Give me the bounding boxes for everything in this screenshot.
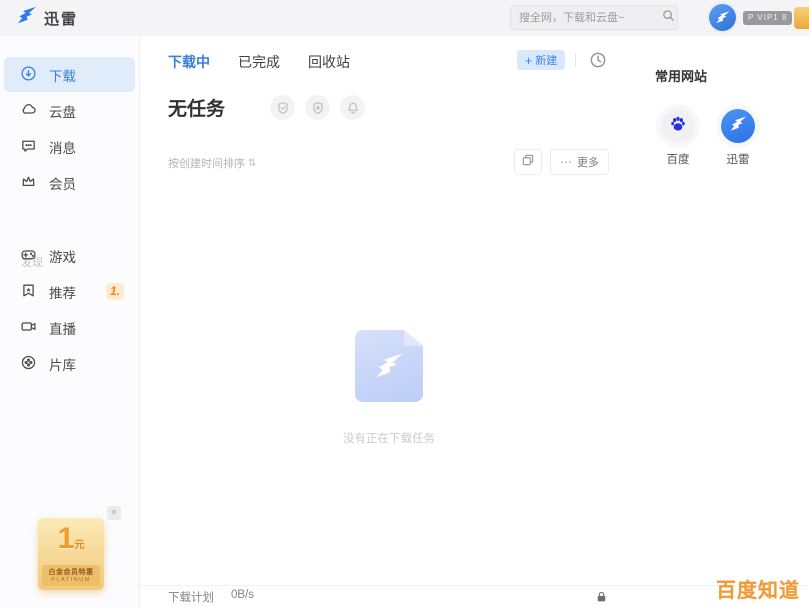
sidebar-item-label: 直播 (49, 318, 76, 338)
new-task-button[interactable]: + 新建 (517, 50, 565, 70)
tab-completed[interactable]: 已完成 (238, 52, 280, 72)
sidebar-item-member[interactable]: 会员 (4, 165, 135, 200)
sidebar-item-label: 推荐 (49, 282, 76, 302)
site-shortcut-baidu[interactable] (661, 109, 695, 143)
tab-recycle-bin[interactable]: 回收站 (308, 52, 350, 72)
more-dots-icon: ⋯ (560, 155, 573, 169)
sort-icon: ⇅ (248, 158, 256, 169)
app-title: 迅雷 (44, 8, 78, 29)
sort-label-text: 按创建时间排序 (168, 155, 245, 171)
topbar: 迅雷 P VIP1 8 (0, 0, 809, 36)
baidu-zhidao-watermark: 百度知道 (716, 574, 800, 603)
crown-icon (20, 173, 37, 193)
cloud-icon (20, 101, 37, 121)
divider (575, 53, 576, 67)
empty-file-icon (355, 330, 423, 402)
baidu-paw-icon (668, 114, 688, 139)
video-camera-icon (20, 318, 37, 338)
sidebar-item-messages[interactable]: 消息 (4, 129, 135, 164)
message-icon (20, 137, 37, 157)
sidebar-item-label: 游戏 (49, 246, 76, 266)
search-icon[interactable] (661, 8, 676, 28)
search-input[interactable] (519, 12, 661, 24)
file-fold-corner (404, 330, 423, 346)
shield-download-icon[interactable] (305, 95, 330, 120)
tab-downloading[interactable]: 下载中 (168, 52, 210, 72)
sidebar-item-label: 消息 (49, 137, 76, 157)
promo-line1: 白金会员特惠 (42, 567, 100, 577)
empty-hint-text: 没有正在下载任务 (319, 430, 459, 446)
search-box[interactable] (510, 5, 678, 30)
new-task-label: 新建 (535, 52, 557, 68)
more-label: 更多 (577, 154, 599, 170)
vip-promo-banner[interactable]: 1元 白金会员特惠 PLATINUM (38, 518, 104, 590)
promo-text-band: 白金会员特惠 PLATINUM (42, 565, 100, 586)
download-plan-label[interactable]: 下载计划 (168, 589, 214, 605)
site-label-xunlei[interactable]: 迅雷 (721, 151, 755, 167)
sidebar-item-library[interactable]: 片库 (4, 346, 135, 381)
more-button[interactable]: ⋯ 更多 (550, 149, 609, 175)
sidebar-item-label: 下载 (49, 65, 76, 85)
sidebar-item-label: 云盘 (49, 101, 76, 121)
vip-level-badge[interactable]: P VIP1 8 (743, 11, 792, 25)
xunlei-logo-icon (16, 5, 37, 31)
film-reel-icon (20, 354, 37, 374)
sidebar-item-live[interactable]: 直播 (4, 310, 135, 345)
download-icon (20, 65, 37, 85)
shield-check-icon[interactable] (270, 95, 295, 120)
promo-unit: 元 (74, 540, 84, 551)
download-speed-value: 0B/s (231, 589, 254, 601)
avatar[interactable] (709, 4, 736, 31)
site-shortcut-xunlei[interactable] (721, 109, 755, 143)
history-icon[interactable] (588, 50, 608, 70)
gamepad-icon (20, 246, 37, 266)
xunlei-bird-icon (729, 115, 747, 138)
empty-title: 无任务 (168, 94, 225, 121)
promo-close-icon[interactable]: ✕ (107, 506, 121, 520)
view-mode-button[interactable] (514, 149, 542, 175)
bell-icon[interactable] (340, 95, 365, 120)
common-sites-title: 常用网站 (655, 66, 707, 85)
sidebar-item-recommend[interactable]: 推荐 (4, 274, 135, 309)
sidebar-item-label: 会员 (49, 173, 76, 193)
lock-icon[interactable] (595, 590, 608, 607)
sort-control[interactable]: 按创建时间排序 ⇅ (168, 155, 256, 171)
sidebar-item-games[interactable]: 游戏 (4, 238, 135, 273)
site-label-baidu[interactable]: 百度 (661, 151, 695, 167)
xunlei-bird-watermark-icon (374, 351, 404, 386)
sidebar-item-cloud[interactable]: 云盘 (4, 93, 135, 128)
plus-icon: + (525, 55, 533, 66)
footer-divider (140, 585, 809, 586)
brand: 迅雷 (16, 7, 78, 29)
vip-recharge-button[interactable] (794, 7, 809, 29)
sidebar-item-label: 片库 (49, 354, 76, 374)
app-window: 迅雷 P VIP1 8 下载 云盘 (0, 0, 809, 607)
bookmark-star-icon (20, 282, 37, 302)
sidebar-item-download[interactable]: 下载 (4, 57, 135, 92)
promo-line2: PLATINUM (42, 577, 100, 583)
promo-price-row: 1元 (38, 524, 104, 554)
cards-icon (521, 153, 535, 172)
promo-price: 1 (58, 522, 75, 555)
